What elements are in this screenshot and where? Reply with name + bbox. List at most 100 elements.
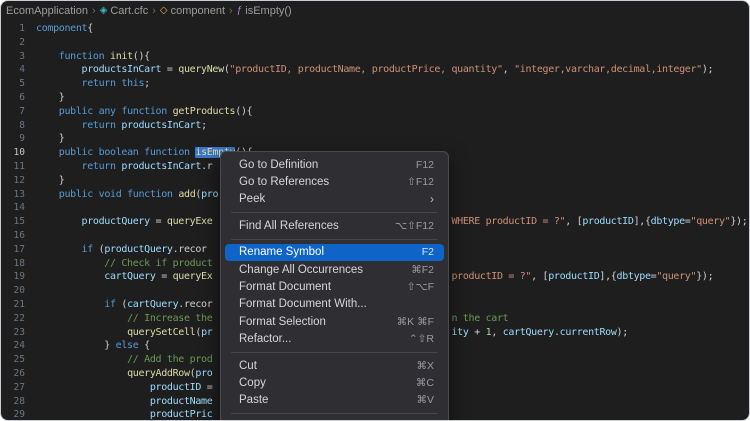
menu-separator [231, 212, 438, 213]
code-text: component{ [36, 23, 93, 34]
line-number: 14 [1, 201, 25, 215]
menu-item-shortcut: ⌘X [416, 360, 434, 372]
code-text: public any function getProducts(){ [36, 106, 252, 117]
line-number: 27 [1, 381, 25, 395]
line-number: 22 [1, 312, 25, 326]
menu-item-format-document[interactable]: Format Document⇧⌥F [225, 278, 444, 295]
menu-item-label: Find All References [239, 220, 339, 232]
breadcrumb-separator: › [229, 5, 233, 17]
code-text: } else { [36, 340, 150, 351]
line-number: 6 [1, 91, 25, 105]
line-number: 1 [1, 22, 25, 36]
breadcrumb-item-ecomapplication[interactable]: EcomApplication [6, 5, 88, 17]
menu-item-label: Peek [239, 193, 265, 205]
menu-item-shortcut: ⇧⌥F [407, 281, 434, 293]
breadcrumb: EcomApplication›◈Cart.cfc›◇component›ƒis… [1, 1, 749, 20]
code-line[interactable]: 3 function init(){ [1, 50, 749, 64]
line-number: 17 [1, 243, 25, 257]
menu-item-format-selection[interactable]: Format Selection ⌘K ⌘F [225, 313, 444, 330]
line-number: 3 [1, 50, 25, 64]
menu-item-paste[interactable]: Paste⌘V [225, 392, 444, 409]
menu-item-shortcut: F2 [422, 246, 434, 258]
line-number: 16 [1, 229, 25, 243]
code-line[interactable]: 7 public any function getProducts(){ [1, 105, 749, 119]
menu-item-format-document-with[interactable]: Format Document With... [225, 296, 444, 313]
breadcrumb-item-isempty[interactable]: ƒisEmpty() [237, 5, 292, 17]
code-text: productPric [36, 409, 212, 420]
menu-item-rename-symbol[interactable]: Rename SymbolF2 [225, 244, 444, 261]
method-symbol-icon: ƒ [237, 6, 243, 16]
menu-item-go-to-definition[interactable]: Go to DefinitionF12 [225, 156, 444, 173]
line-number: 26 [1, 367, 25, 381]
code-text: productName [36, 396, 212, 407]
line-number: 7 [1, 105, 25, 119]
menu-separator [231, 239, 438, 240]
line-number: 18 [1, 257, 25, 271]
code-text: } [36, 92, 64, 103]
editor-window: EcomApplication›◈Cart.cfc›◇component›ƒis… [0, 0, 750, 421]
menu-item-shortcut: ⇧F12 [407, 176, 434, 188]
menu-item-copy[interactable]: Copy ⌘C [225, 374, 444, 391]
code-line[interactable]: 4 productsInCart = queryNew("productID, … [1, 63, 749, 77]
menu-item-refactor[interactable]: Refactor...⌃⇧R [225, 331, 444, 348]
menu-item-change-all-occurrences[interactable]: Change All Occurrences ⌘F2 [225, 261, 444, 278]
code-text: function init(){ [36, 51, 150, 62]
menu-separator [231, 352, 438, 353]
code-text: // Check if product [36, 258, 212, 269]
menu-item-cut[interactable]: Cut⌘X [225, 357, 444, 374]
line-number: 28 [1, 395, 25, 409]
line-number: 13 [1, 188, 25, 202]
menu-item-label: Change All Occurrences [239, 264, 363, 276]
line-number: 15 [1, 215, 25, 229]
code-text: return productsInCart; [36, 120, 207, 131]
menu-item-label: Copy [239, 377, 266, 389]
code-line[interactable]: 9 } [1, 132, 749, 146]
line-number: 10 [1, 146, 25, 160]
line-number: 11 [1, 160, 25, 174]
line-number: 20 [1, 284, 25, 298]
code-line[interactable]: 5 return this; [1, 77, 749, 91]
menu-item-shortcut: ⌘V [416, 394, 434, 406]
code-text: public void function add(pro [36, 189, 218, 200]
breadcrumb-label: EcomApplication [6, 5, 88, 17]
line-number: 2 [1, 36, 25, 50]
code-text: return productsInCart.r [36, 161, 212, 172]
line-number: 4 [1, 63, 25, 77]
code-text: // Add the prod [36, 354, 212, 365]
code-line[interactable]: 8 return productsInCart; [1, 119, 749, 133]
code-text: if (cartQuery.recor [36, 299, 212, 310]
code-line[interactable]: 2 [1, 36, 749, 50]
breadcrumb-label: component [171, 5, 225, 17]
breadcrumb-item-cart-cfc[interactable]: ◈Cart.cfc [100, 5, 149, 17]
line-number: 23 [1, 326, 25, 340]
code-text: return this; [36, 78, 150, 89]
code-text: productsInCart = queryNew("productID, pr… [36, 64, 713, 75]
code-line[interactable]: 1 component{ [1, 22, 749, 36]
menu-item-label: Format Selection [239, 316, 326, 328]
code-text: productID = [36, 382, 212, 393]
menu-item-shortcut: ⌘F2 [411, 264, 434, 276]
code-text: } [36, 175, 64, 186]
line-number: 12 [1, 174, 25, 188]
menu-item-shortcut: ⌥⇧F12 [395, 220, 434, 232]
menu-item-find-all-references[interactable]: Find All References ⌥⇧F12 [225, 217, 444, 234]
line-number: 5 [1, 77, 25, 91]
code-text: } [36, 133, 64, 144]
code-line[interactable]: 6 } [1, 91, 749, 105]
menu-item-label: Refactor... [239, 333, 291, 345]
line-number: 25 [1, 353, 25, 367]
menu-item-shortcut: F12 [416, 159, 434, 171]
menu-item-shortcut: ⌘C [416, 377, 434, 389]
breadcrumb-label: isEmpty() [245, 5, 291, 17]
menu-item-label: Format Document With... [239, 298, 367, 310]
submenu-arrow-icon: › [430, 192, 434, 206]
menu-item-shortcut: ⌘K ⌘F [397, 316, 434, 328]
line-number: 24 [1, 339, 25, 353]
context-menu: Go to DefinitionF12Go to References⇧F12P… [220, 151, 449, 421]
menu-item-go-to-references[interactable]: Go to References⇧F12 [225, 173, 444, 190]
breadcrumb-item-component[interactable]: ◇component [160, 5, 225, 17]
breadcrumb-separator: › [152, 5, 156, 17]
menu-separator [231, 413, 438, 414]
menu-item-peek[interactable]: Peek › [225, 191, 444, 208]
line-number: 8 [1, 119, 25, 133]
